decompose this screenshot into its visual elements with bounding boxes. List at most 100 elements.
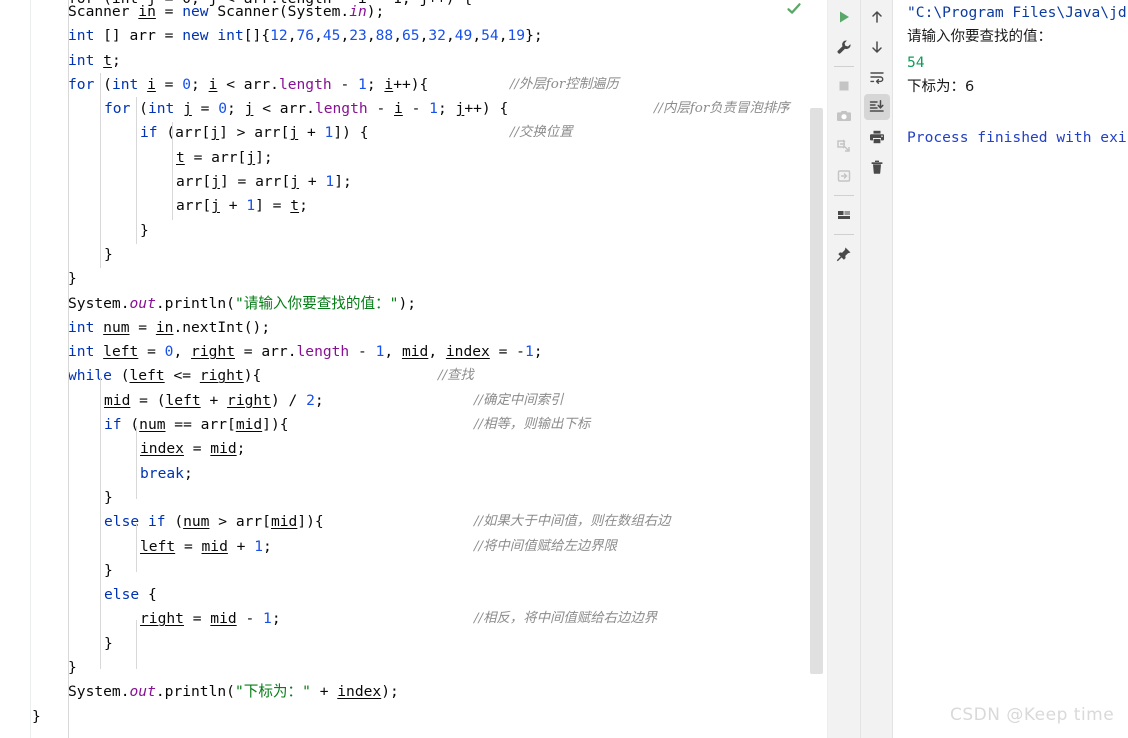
code-line[interactable]: }	[31, 705, 805, 729]
ide-window: for (int j = 0; j < arr.length - i - 1; …	[0, 0, 1128, 738]
trash-icon	[871, 160, 882, 174]
code-comment: //将中间值赋给左边界限	[474, 538, 617, 554]
code-line[interactable]: index = mid;	[31, 437, 805, 461]
code-line[interactable]: }	[31, 219, 805, 243]
code-line[interactable]: while (left <= right){ //查找	[31, 364, 805, 388]
code-editor-pane[interactable]: for (int j = 0; j < arr.length - i - 1; …	[0, 0, 828, 738]
code-line-text: int [] arr = new int[]{12,76,45,23,88,65…	[68, 27, 543, 45]
code-comment: //查找	[438, 368, 474, 384]
code-line-text: for (int j = 0; j < arr.length - i - 1; …	[104, 100, 509, 118]
code-comment: //相等，则输出下标	[474, 417, 591, 433]
code-line[interactable]: }	[31, 486, 805, 510]
code-line-text: while (left <= right){	[68, 367, 262, 385]
code-line-text: if (arr[j] > arr[j + 1]) {	[140, 124, 369, 142]
code-line-text: arr[j] = arr[j + 1];	[176, 173, 352, 191]
restore-layout-button[interactable]	[831, 163, 857, 189]
editor-right-border	[827, 0, 828, 738]
code-line[interactable]: mid = (left + right) / 2; //确定中间索引	[31, 389, 805, 413]
code-comment: //外层for控制遍历	[510, 76, 619, 92]
code-comment: //如果大于中间值，则在数组右边	[474, 514, 671, 530]
code-line[interactable]: left = mid + 1; //将中间值赋给左边界限	[31, 535, 805, 559]
indent-guide	[136, 97, 137, 244]
indent-guide	[172, 122, 173, 220]
screenshot-button[interactable]	[831, 103, 857, 129]
console-line: 请输入你要查找的值：	[907, 29, 1052, 45]
code-line[interactable]: }	[31, 267, 805, 291]
code-line-text: break;	[140, 464, 193, 482]
code-line[interactable]: if (arr[j] > arr[j + 1]) {//交换位置	[31, 121, 805, 145]
editor-gutter[interactable]	[0, 0, 30, 738]
run-console-pane[interactable]: "C:\Program Files\Java\jd 请输入你要查找的值： 54 下标为…	[892, 0, 1128, 738]
code-line[interactable]: else if (num > arr[mid]){//如果大于中间值，则在数组右…	[31, 510, 805, 534]
code-line-text: arr[j + 1] = t;	[176, 197, 308, 215]
code-text-area[interactable]: Scanner in = new Scanner(System.in); int …	[31, 0, 805, 738]
layout-settings-button[interactable]	[831, 202, 857, 228]
code-line[interactable]: int t;	[31, 49, 805, 73]
console-line: 下标为：6	[907, 79, 975, 95]
thread-dump-button[interactable]	[831, 133, 857, 159]
code-line-text: }	[68, 659, 77, 677]
code-line[interactable]: Scanner in = new Scanner(System.in);	[31, 0, 805, 24]
console-line: 54	[907, 54, 925, 71]
camera-icon	[837, 111, 851, 121]
code-line[interactable]: }	[31, 632, 805, 656]
rerun-button[interactable]	[831, 4, 857, 30]
stop-button[interactable]	[831, 73, 857, 99]
code-line[interactable]: right = mid - 1; //相反，将中间值赋给右边边界	[31, 607, 805, 631]
code-line[interactable]: System.out.println("下标为：" + index);	[31, 680, 805, 704]
code-line-text: }	[68, 270, 77, 288]
up-button[interactable]	[864, 4, 890, 30]
code-line-text: int t;	[68, 51, 121, 69]
code-line[interactable]: for (int i = 0; i < arr.length - 1; i++)…	[31, 73, 805, 97]
scroll-to-end-icon	[869, 100, 884, 112]
down-button[interactable]	[864, 34, 890, 60]
code-line[interactable]: else {	[31, 583, 805, 607]
code-line-text: int num = in.nextInt();	[68, 318, 271, 336]
print-button[interactable]	[864, 124, 890, 150]
clear-all-button[interactable]	[864, 154, 890, 180]
code-line-text: System.out.println("请输入你要查找的值：");	[68, 294, 417, 312]
editor-scrollbar-thumb[interactable]	[810, 108, 823, 674]
soft-wrap-icon	[869, 72, 884, 84]
code-line[interactable]: }	[31, 559, 805, 583]
code-line[interactable]: int [] arr = new int[]{12,76,45,23,88,65…	[31, 24, 805, 48]
code-line[interactable]: arr[j] = arr[j + 1];	[31, 170, 805, 194]
layout-icon	[838, 211, 850, 219]
indent-guide	[100, 73, 101, 268]
edit-configurations-button[interactable]	[831, 34, 857, 60]
code-line[interactable]: int num = in.nextInt();	[31, 316, 805, 340]
code-line[interactable]: break;	[31, 462, 805, 486]
code-line[interactable]: }	[31, 656, 805, 680]
code-line-text: }	[104, 561, 113, 579]
code-line-text: }	[104, 488, 113, 506]
code-line-text: t = arr[j];	[176, 148, 273, 166]
run-toolbar-primary[interactable]	[828, 0, 860, 738]
inspection-ok-icon[interactable]	[786, 1, 802, 17]
code-line-text: System.out.println("下标为：" + index);	[68, 683, 399, 701]
toolbar-divider	[834, 234, 854, 235]
code-line[interactable]: }	[31, 243, 805, 267]
play-icon	[840, 11, 849, 23]
code-line[interactable]: if (num == arr[mid]){ //相等，则输出下标	[31, 413, 805, 437]
indent-guide	[136, 620, 137, 669]
run-toolbar-secondary[interactable]	[860, 0, 892, 738]
code-line-text: index = mid;	[140, 440, 246, 458]
indent-guide	[68, 0, 69, 738]
indent-guide	[136, 426, 137, 499]
code-line-text: }	[140, 221, 149, 239]
code-line[interactable]: t = arr[j];	[31, 146, 805, 170]
code-line[interactable]: System.out.println("请输入你要查找的值：");	[31, 292, 805, 316]
code-line[interactable]: int left = 0, right = arr.length - 1, mi…	[31, 340, 805, 364]
pin-tab-button[interactable]	[831, 241, 857, 267]
soft-wrap-button[interactable]	[864, 64, 890, 90]
code-line-text: if (num == arr[mid]){	[104, 416, 289, 434]
code-line[interactable]: arr[j + 1] = t;	[31, 194, 805, 218]
code-line-text: mid = (left + right) / 2;	[104, 391, 324, 409]
code-comment: //相反，将中间值赋给右边边界	[474, 611, 658, 627]
scroll-to-end-button[interactable]	[863, 94, 890, 120]
code-line[interactable]: for (int j = 0; j < arr.length - i - 1; …	[31, 97, 805, 121]
code-line-text: right = mid - 1;	[140, 610, 281, 628]
console-line: "C:\Program Files\Java\jd	[907, 4, 1127, 21]
code-comment: //确定中间索引	[474, 392, 564, 408]
